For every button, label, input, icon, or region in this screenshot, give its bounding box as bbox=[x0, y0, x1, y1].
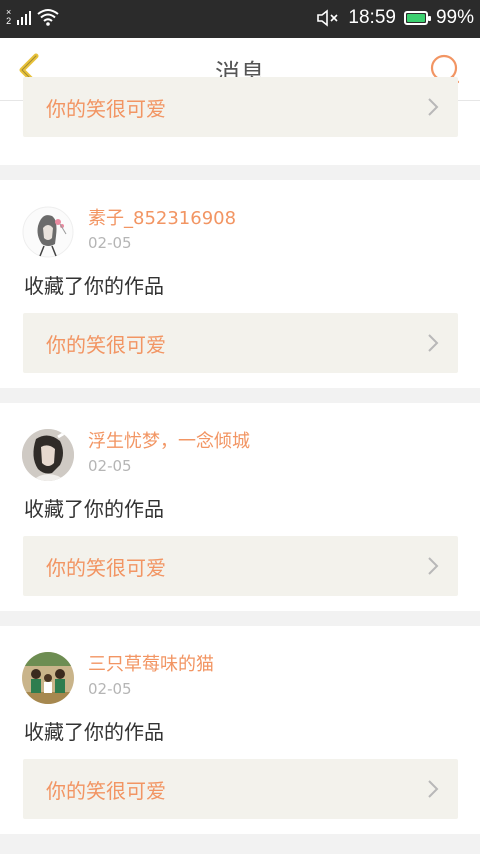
work-title: 你的笑很可爱 bbox=[46, 97, 166, 121]
screen: × 2 18:59 99% 消息 你的笑很可爱 素子_852316908 02-… bbox=[0, 0, 480, 854]
user-row: 素子_852316908 02-05 bbox=[22, 206, 236, 258]
notification-card: 浮生忧梦，一念倾城 02-05 收藏了你的作品 你的笑很可爱 bbox=[0, 403, 480, 611]
wifi-icon bbox=[37, 9, 59, 26]
user-meta: 浮生忧梦，一念倾城 02-05 bbox=[88, 429, 250, 475]
action-text: 收藏了你的作品 bbox=[24, 274, 164, 298]
notification-card: 素子_852316908 02-05 收藏了你的作品 你的笑很可爱 bbox=[0, 180, 480, 388]
cell-signal-icon bbox=[17, 9, 32, 25]
chevron-right-icon bbox=[428, 334, 439, 352]
timestamp: 02-05 bbox=[88, 680, 132, 698]
action-text: 收藏了你的作品 bbox=[24, 720, 164, 744]
mute-icon bbox=[317, 9, 338, 27]
username[interactable]: 三只草莓味的猫 bbox=[88, 654, 214, 676]
work-link[interactable]: 你的笑很可爱 bbox=[23, 313, 458, 373]
work-title: 你的笑很可爱 bbox=[46, 333, 166, 357]
signal-group: × 2 bbox=[6, 8, 59, 26]
work-link[interactable]: 你的笑很可爱 bbox=[23, 759, 458, 819]
notification-card: 你的笑很可爱 bbox=[0, 77, 480, 165]
clock: 18:59 bbox=[348, 7, 396, 28]
avatar[interactable] bbox=[22, 206, 74, 258]
username[interactable]: 浮生忧梦，一念倾城 bbox=[88, 431, 250, 453]
user-meta: 素子_852316908 02-05 bbox=[88, 206, 236, 252]
battery-icon bbox=[403, 11, 431, 25]
avatar[interactable] bbox=[22, 652, 74, 704]
work-link[interactable]: 你的笑很可爱 bbox=[23, 536, 458, 596]
chevron-right-icon bbox=[428, 557, 439, 575]
notification-card: 三只草莓味的猫 02-05 收藏了你的作品 你的笑很可爱 bbox=[0, 626, 480, 834]
user-row: 浮生忧梦，一念倾城 02-05 bbox=[22, 429, 250, 481]
user-meta: 三只草莓味的猫 02-05 bbox=[88, 652, 214, 698]
chevron-right-icon bbox=[428, 780, 439, 798]
work-title: 你的笑很可爱 bbox=[46, 779, 166, 803]
sim-indicator: × 2 bbox=[6, 8, 11, 26]
work-link[interactable]: 你的笑很可爱 bbox=[23, 77, 458, 137]
battery-fill bbox=[406, 14, 425, 22]
status-bar: × 2 18:59 99% bbox=[0, 0, 480, 38]
action-text: 收藏了你的作品 bbox=[24, 497, 164, 521]
sim-label: 2 bbox=[6, 16, 12, 26]
work-title: 你的笑很可爱 bbox=[46, 556, 166, 580]
group-photo-avatar-icon bbox=[22, 652, 74, 704]
chevron-right-icon bbox=[428, 98, 439, 116]
user-row: 三只草莓味的猫 02-05 bbox=[22, 652, 214, 704]
notification-list: 你的笑很可爱 素子_852316908 02-05 收藏了你的作品 你的笑很可爱… bbox=[0, 77, 480, 834]
sketch-girl-avatar-icon bbox=[22, 206, 74, 258]
avatar[interactable] bbox=[22, 429, 74, 481]
timestamp: 02-05 bbox=[88, 234, 132, 252]
battery-percent: 99% bbox=[435, 7, 474, 28]
timestamp: 02-05 bbox=[88, 457, 132, 475]
portrait-avatar-icon bbox=[22, 429, 74, 481]
username[interactable]: 素子_852316908 bbox=[88, 208, 236, 230]
status-right: 18:59 99% bbox=[316, 7, 474, 29]
